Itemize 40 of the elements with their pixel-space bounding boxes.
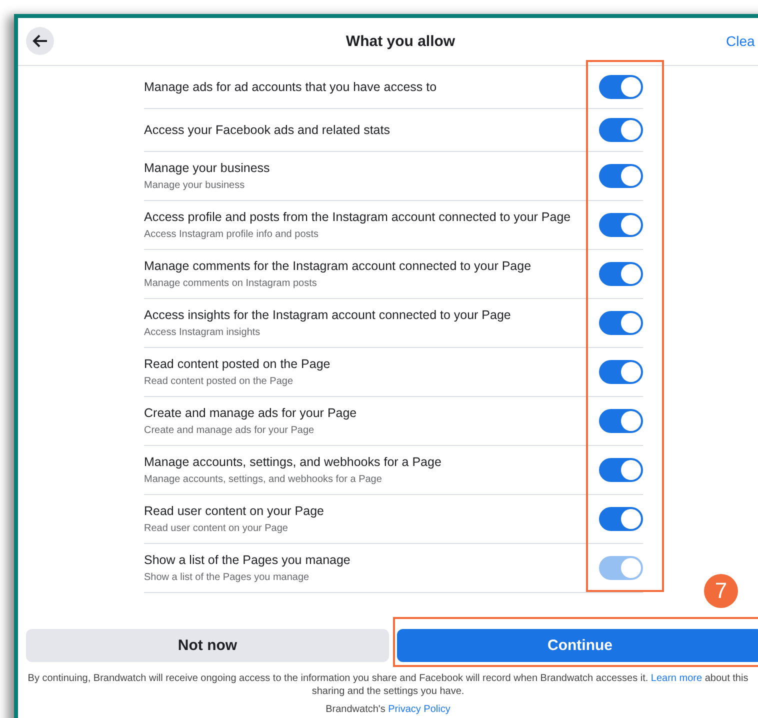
disclaimer-text: By continuing, Brandwatch will receive ongoing access to the information you share and Facebook will record when Brandwatch accesses it. Learn more about this sharing and the settings you have. <box>26 672 750 698</box>
permission-toggle[interactable] <box>599 507 643 531</box>
permission-description: Read content posted on the Page <box>144 376 294 387</box>
permission-toggle[interactable] <box>599 458 643 482</box>
permission-description: Manage your business <box>144 180 246 191</box>
permission-toggle[interactable] <box>599 75 643 99</box>
permission-toggle[interactable] <box>599 262 643 286</box>
permission-title: Access insights for the Instagram account connected to your Page <box>144 308 511 322</box>
permission-title: Read user content on your Page <box>144 504 324 518</box>
permission-title: Manage comments for the Instagram account connected to your Page <box>144 259 532 273</box>
permission-title: Manage ads for ad accounts that you have access to <box>144 80 437 94</box>
permission-toggle[interactable] <box>599 213 643 237</box>
privacy-policy-link[interactable]: Privacy Policy <box>388 704 450 715</box>
permission-toggle[interactable] <box>599 311 643 335</box>
not-now-button[interactable]: Not now <box>26 629 389 662</box>
back-arrow-icon <box>32 34 48 48</box>
learn-more-link[interactable]: Learn more <box>650 673 702 684</box>
dialog-title: What you allow <box>346 33 456 50</box>
permission-toggle[interactable] <box>599 164 643 188</box>
permission-title: Access profile and posts from the Instagram account connected to your Page <box>144 210 571 224</box>
back-button[interactable] <box>26 27 54 55</box>
permission-description: Access Instagram profile info and posts <box>144 229 320 240</box>
permission-description: Create and manage ads for your Page <box>144 425 316 436</box>
clear-link[interactable]: Clea <box>726 33 755 49</box>
permission-title: Manage your business <box>144 161 270 175</box>
permission-title: Create and manage ads for your Page <box>144 406 357 420</box>
permission-description: Manage accounts, settings, and webhooks for a Page <box>144 474 383 485</box>
permission-title: Access your Facebook ads and related stats <box>144 123 390 137</box>
permission-title: Manage accounts, settings, and webhooks for a Page <box>144 455 442 469</box>
permission-description: Show a list of the Pages you manage <box>144 572 310 583</box>
policy-label: Brandwatch's <box>326 704 386 715</box>
permission-description: Read user content on your Page <box>144 523 289 534</box>
permission-description: Manage comments on Instagram posts <box>144 278 318 289</box>
permission-description: Access Instagram insights <box>144 327 262 338</box>
permission-toggle[interactable] <box>599 409 643 433</box>
permission-title: Show a list of the Pages you manage <box>144 553 350 567</box>
continue-button[interactable]: Continue <box>397 629 758 662</box>
permission-title: Read content posted on the Page <box>144 357 330 371</box>
permission-toggle[interactable] <box>599 118 643 142</box>
permission-toggle[interactable] <box>599 360 643 384</box>
